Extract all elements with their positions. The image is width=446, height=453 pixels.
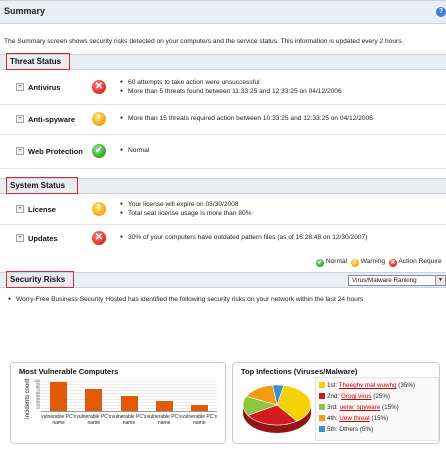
grid-line — [41, 393, 217, 394]
threat-row-antivirus: + Antivirus ✕ 60 attempts to take action… — [0, 70, 446, 105]
bar[interactable] — [50, 381, 68, 411]
bar[interactable] — [120, 396, 138, 411]
expand-license-button[interactable]: + — [16, 205, 24, 213]
x-tick-label: vulnerable PC's name — [41, 414, 77, 426]
legend-swatch — [319, 404, 325, 410]
bar[interactable] — [155, 401, 173, 411]
grid-line — [41, 384, 217, 385]
most-vulnerable-panel: Most Vulnerable Computers Incidents coun… — [10, 362, 226, 444]
warning-icon: ! — [92, 112, 106, 126]
status-line: More than 15 threats required action bet… — [120, 115, 373, 122]
status-line: Your license will expire on 03/30/2008 — [120, 201, 238, 208]
status-line: 30% of your computers have outdated patt… — [120, 234, 367, 241]
status-line: Total seat license usage is more than 80… — [120, 210, 252, 217]
threat-row-antispyware: + Anti-spyware ! More than 15 threats re… — [0, 104, 446, 135]
infection-link[interactable]: Uew threat — [339, 415, 369, 422]
critical-icon: ✕ — [92, 80, 106, 94]
help-icon[interactable]: ? — [436, 7, 446, 17]
infection-percent: (35%) — [396, 382, 416, 389]
warning-icon: ! — [350, 259, 359, 267]
status-line: Normal — [120, 147, 149, 154]
bar[interactable] — [85, 389, 103, 411]
infection-legend-item: 5th: Others (5%) — [319, 426, 373, 433]
x-axis — [41, 411, 217, 412]
legend-warning-label: Warning — [360, 258, 386, 265]
infection-link[interactable]: uerw: spyware — [340, 404, 381, 411]
expand-antispyware-button[interactable]: + — [16, 115, 24, 123]
legend-swatch — [319, 382, 325, 388]
chevron-down-icon[interactable]: ▼ — [435, 276, 445, 285]
row-label: Antivirus — [28, 83, 61, 92]
x-tick-label: vulnerable PC's name — [181, 414, 217, 426]
system-status-title: System Status — [10, 181, 66, 190]
ranking-select-value: Virus/Malware Ranking — [352, 277, 417, 284]
ranking-select[interactable]: Virus/Malware Ranking ▼ — [348, 275, 446, 286]
pie-title: Top Infections (Viruses/Malware) — [241, 367, 358, 376]
infection-legend-item[interactable]: 3rd: uerw: spyware (15%) — [319, 404, 399, 411]
infection-name: Others — [339, 426, 359, 433]
legend-swatch — [319, 393, 325, 399]
infection-rank: 1st: — [327, 382, 339, 389]
row-label: Updates — [28, 234, 58, 243]
infection-rank: 2nd: — [327, 393, 342, 400]
pie-legend: 1st: Theeghv mal wuwhg (35%) 2nd: Grogj v… — [315, 377, 439, 441]
page-title: Summary — [4, 6, 46, 16]
infection-legend-item[interactable]: 1st: Theeghv mal wuwhg (35%) — [319, 382, 415, 389]
security-risks-title: Security Risks — [10, 275, 66, 284]
critical-icon: ✕ — [92, 231, 106, 245]
infection-percent: (25%) — [371, 393, 391, 400]
expand-updates-button[interactable]: + — [16, 234, 24, 242]
system-row-updates: + Updates ✕ 30% of your computers have o… — [0, 224, 446, 252]
normal-icon: ✓ — [316, 259, 324, 267]
y-tick-label: 10 — [36, 406, 40, 410]
normal-icon: ✓ — [92, 144, 106, 158]
infection-rank: 4th: — [327, 415, 340, 422]
pie-chart — [242, 384, 312, 433]
summary-description: The Summary screen shows security risks … — [4, 38, 404, 45]
bar[interactable] — [190, 405, 208, 411]
x-tick-label: vulnerable PC's name — [76, 414, 112, 426]
infection-percent: (15%) — [380, 404, 399, 411]
summary-header: Summary ? — [0, 0, 446, 24]
system-row-license: + License ! Your license will expire on … — [0, 194, 446, 225]
infection-legend-item[interactable]: 4th: Uew threat (15%) — [319, 415, 388, 422]
status-line: More than 5 threats found between 11:33:… — [120, 88, 342, 95]
infection-link[interactable]: Theeghv mal wuwhg — [339, 382, 397, 389]
infection-legend-item[interactable]: 2nd: Grogj virus (25%) — [319, 393, 390, 400]
legend-swatch — [319, 415, 325, 421]
critical-icon: ✕ — [388, 259, 397, 267]
status-line: 60 attempts to take action were unsucces… — [120, 79, 260, 86]
infection-percent: (5%) — [358, 426, 374, 433]
row-label: License — [28, 205, 56, 214]
x-tick-label: vulnerable PC's name — [146, 414, 182, 426]
row-label: Anti-spyware — [28, 115, 76, 124]
legend-normal-label: Normal — [325, 258, 348, 265]
top-infections-panel: Top Infections (Viruses/Malware) 1st: Th… — [232, 362, 440, 444]
expand-web-protection-button[interactable]: + — [16, 147, 24, 155]
grid-line — [41, 390, 217, 391]
status-legend: ✓ Normal ! Warning ✕ Action Require — [316, 258, 442, 267]
infection-percent: (15%) — [369, 415, 389, 422]
row-label: Web Protection — [28, 147, 83, 156]
threat-status-title: Threat Status — [10, 57, 62, 66]
threat-row-web-protection: + Web Protection ✓ Normal — [0, 134, 446, 169]
legend-swatch — [319, 426, 325, 432]
expand-antivirus-button[interactable]: + — [16, 83, 24, 91]
security-risks-description: Worry-Free Business Security Hosted has … — [8, 296, 363, 303]
infection-link[interactable]: Grogj virus — [341, 393, 371, 400]
bar-chart: 100 90 80 70 60 50 40 30 20 10 vulnerable PC's nam… — [29, 379, 221, 431]
infection-rank: 5th: — [327, 426, 340, 433]
chart-title: Most Vulnerable Computers — [19, 367, 119, 376]
x-tick-label: vulnerable PC's name — [111, 414, 147, 426]
warning-icon: ! — [92, 202, 106, 216]
grid-line — [41, 381, 217, 382]
infection-rank: 3rd: — [327, 404, 340, 411]
grid-line — [41, 387, 217, 388]
legend-action-label: Action Require — [398, 258, 442, 265]
